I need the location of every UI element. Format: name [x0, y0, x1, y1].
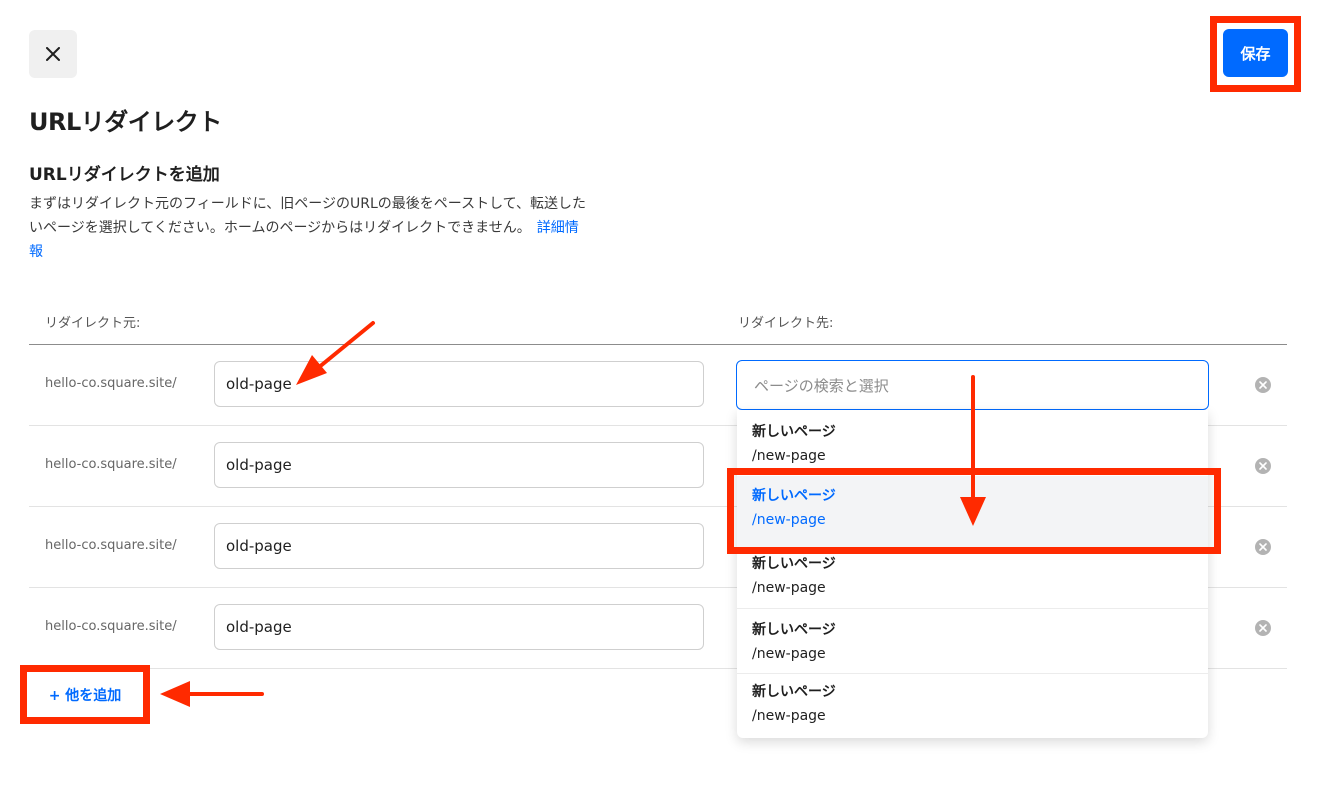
page-dropdown: 新しいページ /new-page 新しいページ /new-page 新しいページ…	[737, 410, 1208, 738]
option-title: 新しいページ	[752, 488, 836, 504]
option-divider	[737, 673, 1208, 674]
dropdown-option-selected[interactable]: 新しいページ /new-page	[737, 476, 1208, 554]
close-button[interactable]	[29, 30, 77, 78]
redirect-from-input[interactable]: old-page	[214, 442, 704, 488]
option-path: /new-page	[752, 646, 826, 662]
option-path: /new-page	[752, 512, 826, 528]
redirect-from-input[interactable]: old-page	[214, 361, 704, 407]
domain-prefix: hello-co.square.site/	[45, 538, 177, 553]
dropdown-option[interactable]: 新しいページ /new-page	[737, 554, 1208, 598]
arrow-icon	[160, 681, 264, 707]
save-button[interactable]: 保存	[1223, 29, 1288, 77]
option-divider	[737, 608, 1208, 609]
remove-row-icon[interactable]	[1255, 620, 1271, 636]
option-path: /new-page	[752, 448, 826, 464]
page-title: URLリダイレクト	[29, 108, 222, 136]
option-title: 新しいページ	[752, 556, 836, 572]
dropdown-option[interactable]: 新しいページ /new-page	[737, 620, 1208, 664]
description: まずはリダイレクト元のフィールドに、旧ページのURLの最後をペーストして、転送し…	[29, 192, 589, 264]
close-icon	[46, 47, 60, 61]
option-title: 新しいページ	[752, 684, 836, 700]
remove-row-icon[interactable]	[1255, 458, 1271, 474]
redirect-from-input[interactable]: old-page	[214, 604, 704, 650]
column-header-from: リダイレクト元:	[45, 316, 141, 331]
option-title: 新しいページ	[752, 424, 836, 440]
section-title: URLリダイレクトを追加	[29, 165, 220, 185]
domain-prefix: hello-co.square.site/	[45, 457, 177, 472]
destination-search-input[interactable]: ページの検索と選択	[736, 360, 1209, 410]
domain-prefix: hello-co.square.site/	[45, 376, 177, 391]
dropdown-option[interactable]: 新しいページ /new-page	[737, 682, 1208, 726]
option-path: /new-page	[752, 580, 826, 596]
domain-prefix: hello-co.square.site/	[45, 619, 177, 634]
column-header-to: リダイレクト先:	[738, 316, 834, 331]
description-text: まずはリダイレクト元のフィールドに、旧ページのURLの最後をペーストして、転送し…	[29, 196, 586, 236]
redirect-from-input[interactable]: old-page	[214, 523, 704, 569]
add-more-button[interactable]: + 他を追加	[32, 676, 138, 714]
option-path: /new-page	[752, 708, 826, 724]
option-title: 新しいページ	[752, 622, 836, 638]
header-divider	[29, 344, 1287, 345]
remove-row-icon[interactable]	[1255, 377, 1271, 393]
dropdown-option[interactable]: 新しいページ /new-page	[737, 422, 1208, 466]
remove-row-icon[interactable]	[1255, 539, 1271, 555]
